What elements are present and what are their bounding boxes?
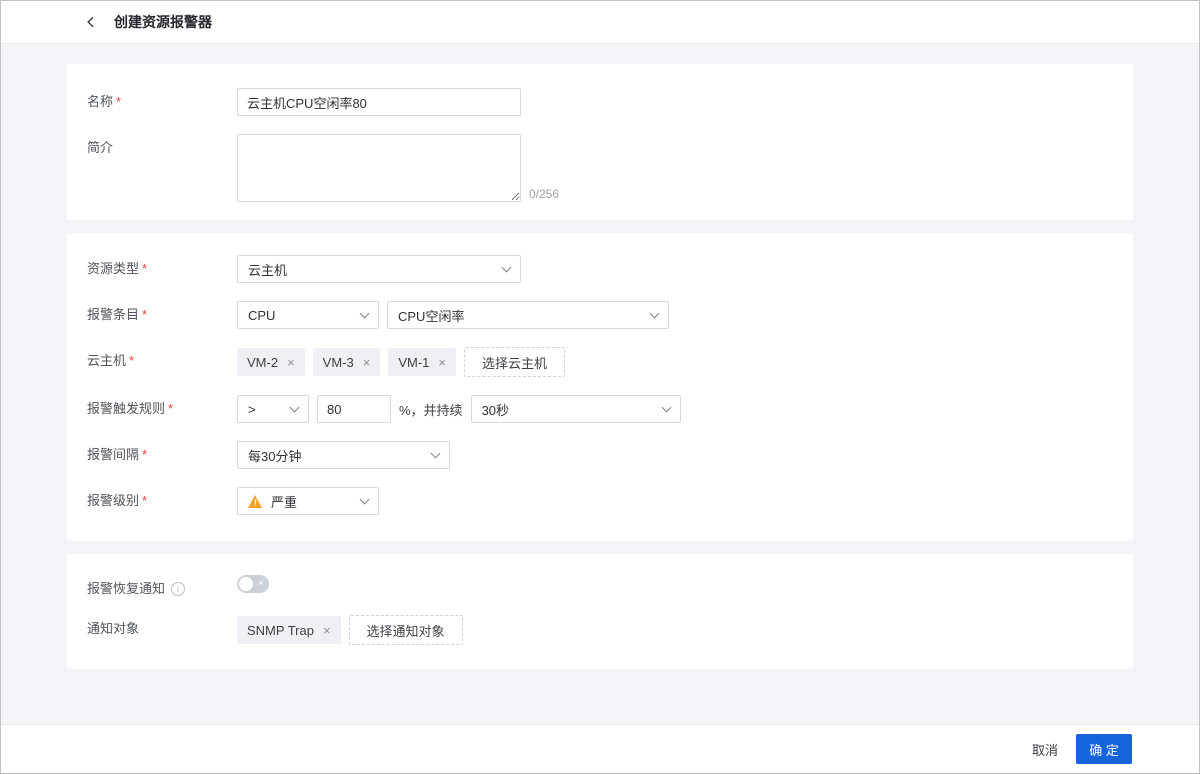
trigger-rule-row: 报警触发规则* > %，并持续 30秒: [87, 395, 1113, 423]
resource-type-row: 资源类型* 云主机: [87, 255, 1113, 283]
description-row: 简介 0/256: [87, 134, 1113, 202]
name-input[interactable]: [237, 88, 521, 116]
required-mark: *: [142, 447, 147, 462]
notification-card: 报警恢复通知 i × 通知对象 SNMP Trap ×: [67, 554, 1133, 669]
interval-label: 报警间隔: [87, 447, 139, 462]
remove-tag-icon[interactable]: ×: [438, 356, 446, 369]
alarm-item-label: 报警条目: [87, 307, 139, 322]
page-footer: 取消 确 定: [1, 724, 1199, 773]
alarm-item-metric-select[interactable]: CPU空闲率: [387, 301, 669, 329]
back-button[interactable]: [81, 12, 101, 32]
resource-type-label: 资源类型: [87, 261, 139, 276]
required-mark: *: [142, 493, 147, 508]
page-header: 创建资源报警器: [1, 1, 1199, 44]
chevron-down-icon: [502, 262, 512, 272]
chevron-down-icon: [360, 308, 370, 318]
info-icon[interactable]: i: [171, 582, 185, 596]
select-vm-button[interactable]: 选择云主机: [464, 347, 565, 377]
recovery-notify-row: 报警恢复通知 i ×: [87, 575, 1113, 597]
cancel-button[interactable]: 取消: [1032, 740, 1058, 759]
trigger-threshold-input[interactable]: [317, 395, 391, 423]
required-mark: *: [168, 401, 173, 416]
alarm-config-card: 资源类型* 云主机 报警条目* CPU: [67, 233, 1133, 541]
chevron-down-icon: [431, 448, 441, 458]
interval-row: 报警间隔* 每30分钟: [87, 441, 1113, 469]
remove-tag-icon[interactable]: ×: [287, 356, 295, 369]
create-resource-alarm-page: 创建资源报警器 名称* 简介 0/256: [0, 0, 1200, 774]
notify-target-label: 通知对象: [87, 615, 237, 637]
chevron-down-icon: [661, 402, 671, 412]
required-mark: *: [116, 94, 121, 109]
remove-tag-icon[interactable]: ×: [323, 624, 331, 637]
chevron-down-icon: [650, 308, 660, 318]
chevron-down-icon: [290, 402, 300, 412]
form-content: 名称* 简介 0/256 资源类型*: [1, 44, 1199, 724]
name-label: 名称*: [87, 88, 237, 110]
level-label: 报警级别: [87, 493, 139, 508]
alarm-item-row: 报警条目* CPU CPU空闲率: [87, 301, 1113, 329]
level-select[interactable]: ! 严重: [237, 487, 379, 515]
confirm-button[interactable]: 确 定: [1076, 734, 1132, 764]
notify-target-row: 通知对象 SNMP Trap × 选择通知对象: [87, 615, 1113, 645]
resource-type-select[interactable]: 云主机: [237, 255, 521, 283]
name-row: 名称*: [87, 88, 1113, 116]
recovery-notify-label: 报警恢复通知: [87, 581, 165, 597]
required-mark: *: [129, 353, 134, 368]
alarm-item-category-select[interactable]: CPU: [237, 301, 379, 329]
chevron-left-icon: [85, 16, 97, 28]
page-title: 创建资源报警器: [114, 12, 212, 32]
select-notify-target-button[interactable]: 选择通知对象: [349, 615, 463, 645]
vm-label: 云主机: [87, 353, 126, 368]
vm-tag: VM-2 ×: [237, 348, 305, 376]
description-label: 简介: [87, 134, 237, 156]
char-counter: 0/256: [529, 187, 559, 202]
required-mark: *: [142, 261, 147, 276]
trigger-rule-label: 报警触发规则: [87, 401, 165, 416]
level-row: 报警级别* ! 严重: [87, 487, 1113, 515]
vm-tag: VM-1 ×: [388, 348, 456, 376]
required-mark: *: [142, 307, 147, 322]
toggle-off-icon: ×: [258, 579, 264, 589]
basic-info-card: 名称* 简介 0/256: [67, 64, 1133, 220]
recovery-notify-toggle[interactable]: ×: [237, 575, 269, 593]
notify-target-tag: SNMP Trap ×: [237, 616, 341, 644]
trigger-operator-select[interactable]: >: [237, 395, 309, 423]
trigger-duration-select[interactable]: 30秒: [471, 395, 681, 423]
trigger-connector-text: %，并持续: [399, 400, 463, 419]
warning-triangle-icon: !: [248, 495, 263, 508]
interval-select[interactable]: 每30分钟: [237, 441, 450, 469]
chevron-down-icon: [360, 494, 370, 504]
vm-tag: VM-3 ×: [313, 348, 381, 376]
description-textarea[interactable]: [237, 134, 521, 202]
vm-row: 云主机* VM-2 × VM-3 × VM-1 × 选择云主机: [87, 347, 1113, 377]
remove-tag-icon[interactable]: ×: [363, 356, 371, 369]
